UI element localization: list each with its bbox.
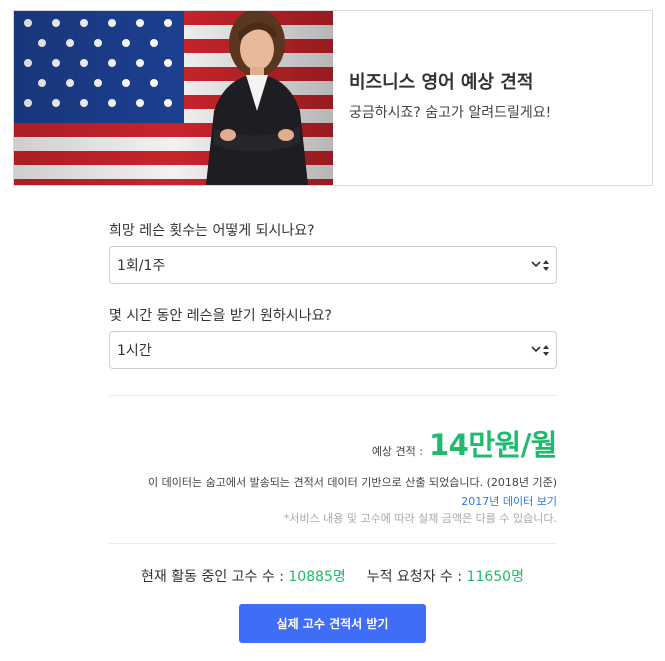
estimate-label: 예상 견적 :: [371, 445, 423, 458]
previous-data-link[interactable]: 2017년 데이터 보기: [461, 493, 557, 509]
get-quotes-button[interactable]: 실제 고수 견적서 받기: [239, 604, 426, 643]
active-pros-label: 현재 활동 중인 고수 수 :: [141, 569, 284, 585]
lesson-frequency-value: 1회/1주: [117, 258, 166, 274]
total-requesters-count: 11650명: [466, 569, 524, 585]
price-disclaimer: *서비스 내용 및 고수에 따라 실제 금액은 다를 수 있습니다.: [283, 512, 557, 525]
select-arrows-icon: [531, 345, 549, 356]
total-requesters-label: 누적 요청자 수 :: [366, 569, 463, 585]
hero-subtitle: 궁금하시죠? 숨고가 알려드릴게요!: [349, 105, 552, 121]
hero-title: 비즈니스 영어 예상 견적: [349, 72, 534, 93]
estimate: 예상 견적 : 14만원/월: [371, 422, 558, 464]
data-source-note: 이 데이터는 숨고에서 발송되는 견적서 데이터 기반으로 산출 되었습니다. …: [148, 476, 557, 489]
hero-image: [14, 11, 333, 185]
hero-banner: 비즈니스 영어 예상 견적 궁금하시죠? 숨고가 알려드릴게요!: [13, 10, 653, 186]
divider: [109, 395, 557, 396]
select-arrows-icon: [531, 260, 549, 271]
flag-businesswoman-illustration: [14, 11, 333, 185]
lesson-duration-label: 몇 시간 동안 레슨을 받기 원하시나요?: [109, 308, 332, 324]
active-pros-count: 10885명: [288, 569, 346, 585]
hero-text: 비즈니스 영어 예상 견적 궁금하시죠? 숨고가 알려드릴게요!: [333, 11, 551, 185]
divider: [109, 543, 557, 544]
stats-line: 현재 활동 중인 고수 수 : 10885명 누적 요청자 수 : 11650명: [0, 566, 665, 586]
lesson-frequency-select[interactable]: 1회/1주: [109, 246, 557, 284]
lesson-duration-value: 1시간: [117, 343, 152, 359]
lesson-frequency-label: 희망 레슨 횟수는 어떻게 되시나요?: [109, 223, 315, 239]
estimate-value: 14만원/월: [429, 428, 558, 462]
lesson-duration-select[interactable]: 1시간: [109, 331, 557, 369]
